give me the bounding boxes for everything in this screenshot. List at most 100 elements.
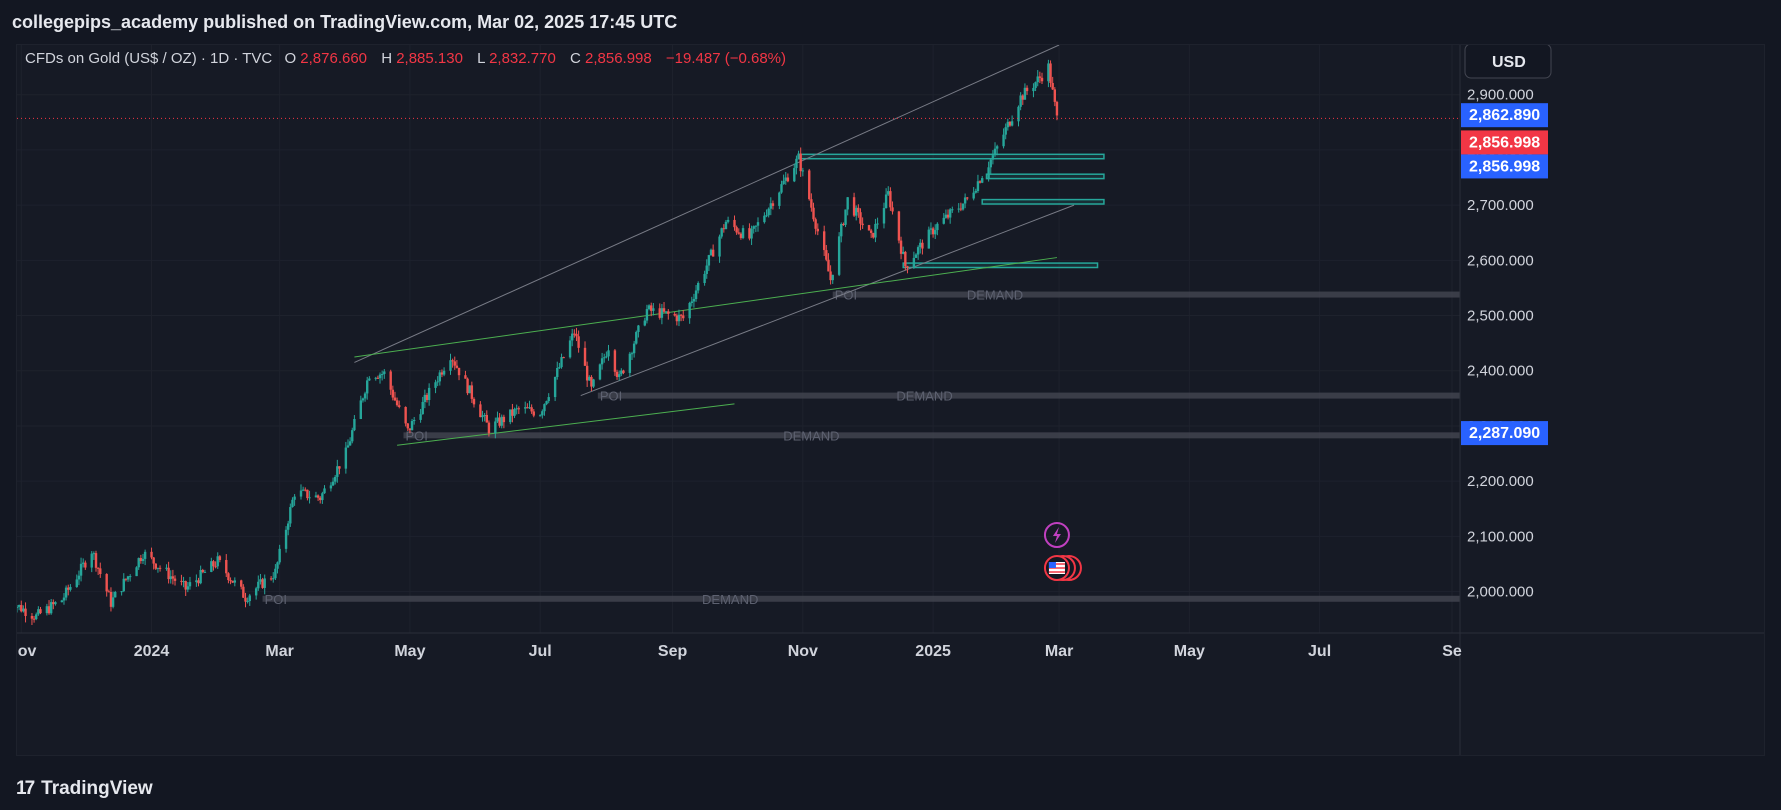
supply-demand-box[interactable] <box>985 173 1105 180</box>
candle-body <box>259 579 262 582</box>
candle-body <box>696 282 700 291</box>
candle-body <box>374 377 377 379</box>
candle-body <box>645 309 649 321</box>
candle-body <box>233 580 237 583</box>
candle-body <box>814 219 817 229</box>
low-label: L <box>477 50 485 67</box>
candle-body <box>199 569 202 584</box>
candle-body <box>306 489 309 499</box>
candle-body <box>114 591 117 598</box>
candle-body <box>391 389 395 398</box>
grid <box>17 45 1460 633</box>
candle-body <box>660 308 664 318</box>
candle-body <box>376 377 380 379</box>
candle-body <box>703 273 706 283</box>
time-tick-label: Nov <box>17 643 36 660</box>
candle-body <box>620 370 623 375</box>
currency-button[interactable]: USD <box>1464 43 1552 79</box>
candle-body <box>242 586 245 598</box>
candle-body <box>515 408 518 410</box>
chart-panel[interactable]: DEMAND POI DEMAND POI DEMAND POI DEMAND POI 2,0… <box>5 43 1765 756</box>
candle-body <box>308 497 311 499</box>
candle-body <box>348 441 352 446</box>
demand-zone-line[interactable] <box>403 432 1461 439</box>
candle-body <box>321 493 324 501</box>
high-value: 2,885.130 <box>396 50 463 67</box>
trendline[interactable] <box>354 44 1060 363</box>
candle-body <box>120 591 123 593</box>
candle-body <box>942 217 945 224</box>
candle-body <box>1038 76 1042 78</box>
candle-body <box>64 587 68 598</box>
supply-demand-box[interactable] <box>797 153 1105 160</box>
candle-body <box>438 372 442 382</box>
lightning-icon[interactable] <box>1043 522 1070 548</box>
candle-body <box>152 557 155 564</box>
candle-body <box>90 553 93 568</box>
candle-body <box>434 382 437 388</box>
candle-body <box>590 376 593 387</box>
candle-body <box>916 247 920 255</box>
candle-body <box>991 155 995 160</box>
candle-body <box>212 561 215 567</box>
candle-body <box>677 314 681 322</box>
candle-body <box>513 408 516 416</box>
demand-zone-line[interactable] <box>832 291 1460 298</box>
candle-body <box>959 208 963 210</box>
candle-body <box>842 223 845 225</box>
demand-zone-line[interactable] <box>262 595 1460 602</box>
candle-body <box>615 371 619 378</box>
supply-demand-box[interactable] <box>981 198 1105 205</box>
candle-body <box>767 208 770 216</box>
candle-body <box>682 315 685 319</box>
candle-body <box>257 581 260 589</box>
candle-body <box>143 551 147 559</box>
trendline[interactable] <box>397 403 735 446</box>
candle-body <box>675 315 679 322</box>
candle-body <box>37 609 40 615</box>
candle-body <box>632 343 636 354</box>
candle-body <box>737 232 740 234</box>
candle-body <box>81 562 85 564</box>
candle-body <box>869 230 873 233</box>
candle-body <box>393 397 397 401</box>
candle-body <box>244 597 247 602</box>
candle-body <box>944 214 948 218</box>
candle-body <box>67 587 70 590</box>
candle-body <box>784 177 787 181</box>
candle-body <box>972 192 975 199</box>
candle-body <box>912 257 916 268</box>
candle-body <box>137 558 140 568</box>
candle-body <box>269 578 273 580</box>
candle-body <box>793 168 796 182</box>
us-flag-icon[interactable] <box>1043 555 1082 581</box>
candle-body <box>361 398 365 401</box>
candle-body <box>769 203 773 209</box>
price-chart[interactable]: DEMANDPOIDEMANDPOIDEMANDPOIDEMANDPOI 2,0… <box>5 43 1764 755</box>
candle-body <box>180 580 183 582</box>
candle-body <box>201 569 204 572</box>
candle-body <box>92 553 96 555</box>
candle-body <box>427 387 431 400</box>
candle-body <box>105 574 108 592</box>
candle-body <box>993 148 997 156</box>
candle-body <box>904 251 907 267</box>
candle-body <box>786 177 790 182</box>
candle-body <box>705 265 708 274</box>
candle-body <box>966 197 969 199</box>
candle-body <box>752 226 755 229</box>
candle-body <box>1053 89 1057 102</box>
candle-body <box>808 170 811 200</box>
tradingview-footer: 17 TradingView <box>0 768 1781 810</box>
candle-body <box>1019 95 1022 107</box>
time-tick-label: May <box>394 643 425 660</box>
candle-body <box>598 364 602 380</box>
candle-body <box>20 605 23 612</box>
demand-zone-line[interactable] <box>597 392 1460 399</box>
candle-body <box>316 495 320 498</box>
candle-body <box>899 240 903 254</box>
ohlc-legend: CFDs on Gold (US$ / OZ) · 1D · TVC O 2,8… <box>25 50 786 67</box>
time-tick-label: Jul <box>529 643 552 660</box>
price-badge-label: 2,856.998 <box>1469 158 1540 175</box>
candle-body <box>635 332 638 344</box>
